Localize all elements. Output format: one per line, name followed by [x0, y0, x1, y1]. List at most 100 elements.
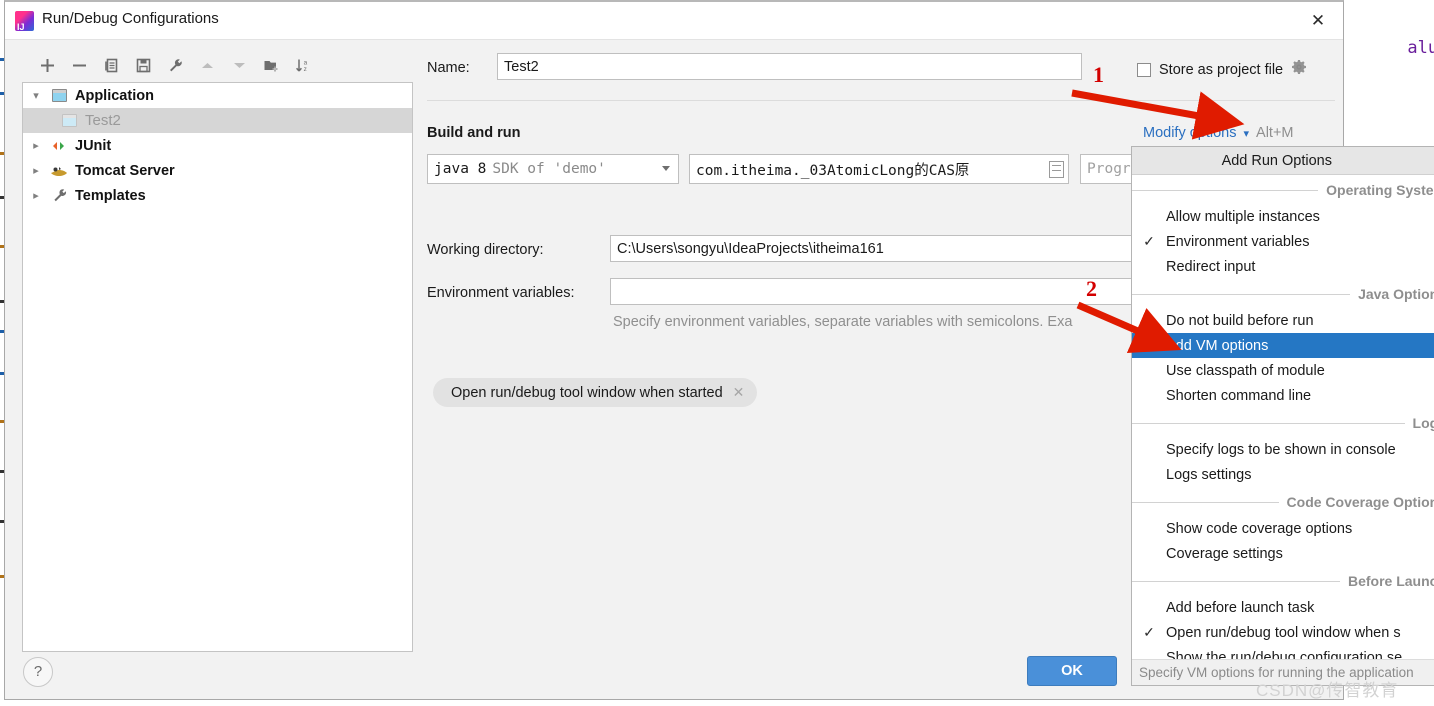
close-icon[interactable]: ✕	[733, 384, 745, 401]
option-chip-open-run-debug-tool-window[interactable]: Open run/debug tool window when started …	[433, 378, 758, 407]
tree-node-tomcat-server[interactable]: ▸ Tomcat Server	[23, 158, 412, 183]
tree-node-application[interactable]: ▾ Application	[23, 83, 412, 108]
program-arguments-placeholder: Progr	[1087, 161, 1131, 177]
group-label: Code Coverage Options	[1278, 493, 1434, 510]
menu-item-coverage-settings[interactable]: Coverage settings	[1132, 541, 1434, 566]
group-separator-before-launch: Before Launch	[1132, 566, 1434, 595]
configurations-tree[interactable]: ▾ Application Test2 ▸ JUnit ▸ Tomcat Ser…	[22, 82, 413, 652]
intellij-idea-icon	[15, 11, 34, 31]
edit-templates-wrench-icon[interactable]	[159, 50, 191, 80]
move-down-icon[interactable]	[223, 50, 255, 80]
menu-item-label: Environment variables	[1166, 233, 1310, 250]
save-icon[interactable]	[127, 50, 159, 80]
chevron-down-icon[interactable]	[662, 166, 670, 171]
menu-item-use-classpath-of-module[interactable]: Use classpath of module	[1132, 358, 1434, 383]
menu-item-show-code-coverage-options[interactable]: Show code coverage options	[1132, 516, 1434, 541]
menu-item-label: Use classpath of module	[1166, 362, 1325, 379]
jre-sdk-combobox[interactable]: java 8 SDK of 'demo'	[427, 154, 679, 184]
svg-text:z: z	[303, 66, 306, 73]
chevron-right-icon[interactable]: ▸	[23, 164, 49, 177]
wrench-icon	[49, 188, 69, 204]
store-as-project-file-row[interactable]: Store as project file	[1137, 59, 1307, 80]
junit-icon	[49, 138, 69, 154]
copy-icon[interactable]	[95, 50, 127, 80]
check-icon: ✓	[1143, 624, 1155, 640]
name-label: Name:	[427, 60, 470, 76]
menu-item-label: Logs settings	[1166, 466, 1252, 483]
menu-item-do-not-build-before-run[interactable]: Do not build before run	[1132, 308, 1434, 333]
menu-item-label: Show code coverage options	[1166, 520, 1353, 537]
sdk-secondary-label: SDK of 'demo'	[492, 161, 606, 177]
name-input[interactable]	[497, 53, 1082, 80]
menu-item-environment-variables[interactable]: ✓ Environment variables	[1132, 229, 1434, 254]
dialog-titlebar: Run/Debug Configurations ✕	[5, 2, 1343, 40]
modify-options-link[interactable]: Modify options	[1143, 125, 1237, 141]
move-up-icon	[191, 50, 223, 80]
application-window-icon	[59, 113, 79, 129]
tree-node-junit[interactable]: ▸ JUnit	[23, 133, 412, 158]
environment-variables-label: Environment variables:	[427, 285, 575, 301]
store-as-project-file-label: Store as project file	[1159, 61, 1284, 78]
menu-item-label: Do not build before run	[1166, 312, 1314, 329]
ok-button[interactable]: OK	[1027, 656, 1117, 686]
tree-toolbar: a z	[15, 48, 413, 82]
close-icon[interactable]: ✕	[1301, 6, 1335, 36]
menu-item-open-run-debug-tool-window-when-started[interactable]: ✓ Open run/debug tool window when s	[1132, 620, 1434, 645]
annotation-marker-1: 1	[1093, 62, 1104, 87]
add-icon[interactable]	[31, 50, 63, 80]
tree-node-templates[interactable]: ▸ Templates	[23, 183, 412, 208]
menu-item-label: Specify logs to be shown in console	[1166, 441, 1396, 458]
popup-header-title: Add Run Options	[1132, 147, 1434, 175]
tree-node-label: Tomcat Server	[75, 162, 175, 179]
configurations-tree-pane: a z ▾ Application Test2 ▸ JUnit ▸ Tomcat…	[15, 48, 413, 652]
group-label: Java Options	[1350, 285, 1434, 302]
group-separator-java-options: Java Options	[1132, 279, 1434, 308]
chevron-down-icon[interactable]: ▾	[1244, 127, 1250, 140]
menu-item-label: Coverage settings	[1166, 545, 1283, 562]
check-icon: ✓	[1143, 233, 1155, 249]
group-label: Logs	[1404, 414, 1434, 431]
main-class-value: com.itheima._03AtomicLong的CAS原	[696, 162, 970, 179]
browse-class-icon[interactable]	[1049, 161, 1064, 178]
menu-item-label: Add before launch task	[1166, 599, 1315, 616]
sort-alphabetically-icon[interactable]: a z	[287, 50, 319, 80]
menu-item-logs-settings[interactable]: Logs settings	[1132, 462, 1434, 487]
menu-item-shorten-command-line[interactable]: Shorten command line	[1132, 383, 1434, 408]
group-separator-code-coverage-options: Code Coverage Options	[1132, 487, 1434, 516]
group-separator-logs: Logs	[1132, 408, 1434, 437]
menu-item-label: Add VM options	[1166, 337, 1269, 354]
gear-icon[interactable]	[1291, 59, 1307, 80]
help-icon[interactable]: ?	[23, 657, 53, 687]
main-class-field[interactable]: com.itheima._03AtomicLong的CAS原	[689, 154, 1069, 184]
help-label: ?	[33, 663, 43, 680]
chevron-right-icon[interactable]: ▸	[23, 139, 49, 152]
build-and-run-section-title: Build and run	[427, 125, 521, 141]
menu-item-add-before-launch-task[interactable]: Add before launch task	[1132, 595, 1434, 620]
tree-node-label: JUnit	[75, 137, 112, 154]
application-window-icon	[49, 88, 69, 104]
menu-item-label: Allow multiple instances	[1166, 208, 1320, 225]
menu-item-redirect-input[interactable]: Redirect input	[1132, 254, 1434, 279]
tree-node-label: Application	[75, 87, 154, 104]
tree-node-test2[interactable]: Test2	[23, 108, 412, 133]
chevron-right-icon[interactable]: ▸	[23, 189, 49, 202]
menu-item-label: Shorten command line	[1166, 387, 1312, 404]
chevron-down-icon[interactable]: ▾	[23, 89, 49, 102]
modify-options-row[interactable]: Modify options ▾ Alt+M	[1143, 125, 1294, 141]
group-label: Before Launch	[1339, 572, 1434, 589]
store-as-project-file-checkbox[interactable]	[1137, 62, 1151, 77]
group-label: Operating System	[1318, 181, 1434, 198]
menu-item-label: Open run/debug tool window when s	[1166, 624, 1401, 641]
menu-item-specify-logs-to-be-shown-in-console[interactable]: Specify logs to be shown in console	[1132, 437, 1434, 462]
menu-item-allow-multiple-instances[interactable]: Allow multiple instances	[1132, 204, 1434, 229]
section-divider	[427, 100, 1335, 101]
new-folder-icon[interactable]	[255, 50, 287, 80]
modify-options-shortcut: Alt+M	[1256, 125, 1294, 141]
menu-item-label: Redirect input	[1166, 258, 1256, 275]
watermark: CSDN@传智教育	[1256, 681, 1399, 700]
remove-icon[interactable]	[63, 50, 95, 80]
annotation-marker-2: 2	[1086, 276, 1097, 301]
code-identifier: alue	[1407, 38, 1434, 58]
group-separator-operating-system: Operating System	[1132, 175, 1434, 204]
menu-item-add-vm-options[interactable]: Add VM options	[1132, 333, 1434, 358]
